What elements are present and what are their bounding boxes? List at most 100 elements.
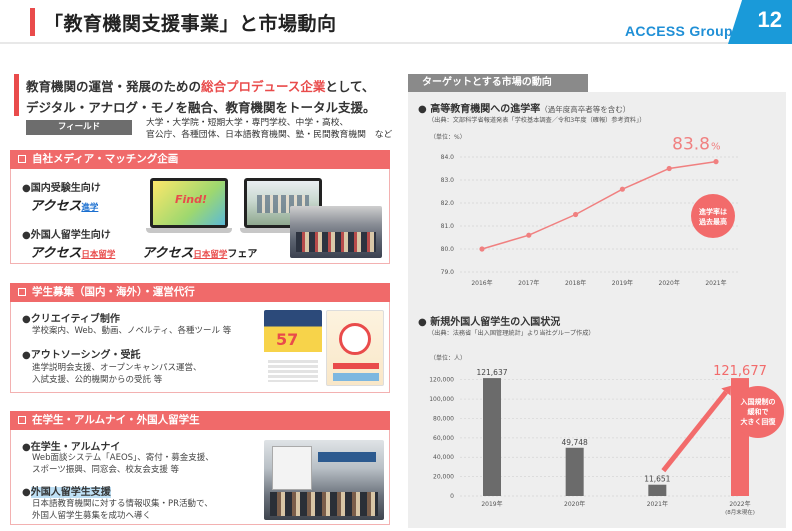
slide-header: 「教育機関支援事業」と市場動向 ACCESS Group 12 xyxy=(0,0,792,44)
chart2-ytick: 40,000 xyxy=(433,454,454,461)
section-media-header: 自社メディア・マッチング企画 xyxy=(10,150,390,169)
intro-line-1: 教育機関の運営・発展のための総合プロデュース企業として、 xyxy=(26,76,374,95)
chart1-point xyxy=(619,186,625,192)
bullet-domestic: ●国内受験生向け xyxy=(22,183,101,194)
brand-sub: 日本留学 xyxy=(81,250,116,260)
chart1-point xyxy=(526,232,532,238)
market-heading: ターゲットとする市場の動向 xyxy=(408,74,588,92)
poster-number: 57 xyxy=(276,330,299,349)
chart2-bar: 0 20,000 40,000 60,000 80,000 100,000 120,000 1… xyxy=(429,364,784,516)
chart1-callout-circle xyxy=(691,194,735,238)
bullet-alumni: ●在学生・アルムナイ xyxy=(22,442,121,453)
square-icon xyxy=(18,416,26,424)
section-recruit-header: 学生募集（国内・海外）・運営代行 xyxy=(10,283,390,302)
screen-find-text: Find! xyxy=(175,193,208,206)
poster-image-1: 57 xyxy=(264,310,322,386)
brand-name: アクセス xyxy=(30,199,82,214)
intro-line-1-pre: 教育機関の運営・発展のための xyxy=(26,79,202,94)
chart1-ytick: 81.0 xyxy=(441,223,455,230)
title-accent-bar xyxy=(30,8,35,36)
chart1-series-line xyxy=(481,160,717,250)
chart1-ytick: 84.0 xyxy=(441,154,455,161)
chart2-value-label: 49,748 xyxy=(562,438,588,447)
chart1-xtick: 2016年 xyxy=(471,279,492,287)
bullet-creative: ●クリエイティブ制作 xyxy=(22,314,120,325)
section-media-title: 自社メディア・マッチング企画 xyxy=(32,153,179,165)
intro-accent-bar xyxy=(14,74,19,116)
brand-name: アクセス xyxy=(30,246,82,261)
chart2-xtick: 2021年 xyxy=(647,500,668,508)
field-label: フィールド xyxy=(26,120,132,135)
alumni-text-1: Web面談システム「AEOS」、寄付・募金支援、 xyxy=(32,453,214,463)
chart2-callout-text: 緩和で xyxy=(748,407,769,416)
chart1-xtick: 2018年 xyxy=(565,279,586,287)
outsourcing-text-1: 進学説明会支援、オープンキャンパス運営、 xyxy=(32,363,202,373)
chart1-xtick: 2020年 xyxy=(659,279,680,287)
chart1-xtick: 2019年 xyxy=(612,279,633,287)
chart2-callout-text: 大きく回復 xyxy=(741,417,777,426)
chart2-ytick: 20,000 xyxy=(433,474,454,481)
chart1-point xyxy=(479,246,485,252)
chart2-xtick: 2019年 xyxy=(481,500,502,508)
field-text-2: 官公庁、各種団体、日本語教育機関、塾・民間教育機関 など xyxy=(146,130,393,140)
brand-access-fair: アクセス日本留学フェア xyxy=(142,242,257,261)
intro-line-1-post: として、 xyxy=(325,79,375,94)
chart1-xtick: 2021年 xyxy=(705,279,726,287)
chart2-bar xyxy=(648,484,667,496)
chart2-callout-text: 入国規制の xyxy=(740,397,776,406)
chart1-ytick: 82.0 xyxy=(441,200,455,207)
square-icon xyxy=(18,288,26,296)
booth-photo xyxy=(264,440,384,520)
brand-access-shingaku: アクセス進学 xyxy=(30,195,98,214)
chart2-xtick: 2020年 xyxy=(564,500,585,508)
chart1-highlight-unit: % xyxy=(711,142,721,153)
chart1-callout-text: 進学率は xyxy=(699,207,727,216)
bullet-intl-support: ●外国人留学生支援 xyxy=(22,483,111,498)
chart1-highlight-value: 83.8 xyxy=(672,135,710,155)
page-title: 「教育機関支援事業」と市場動向 xyxy=(44,13,337,35)
chart1-ytick: 80.0 xyxy=(441,246,455,253)
chart1-callout-text: 過去最高 xyxy=(698,217,727,226)
alumni-text-2: スポーツ振興、同窓会、校友会支援 等 xyxy=(32,465,180,475)
chart2-ytick: 100,000 xyxy=(429,396,454,403)
chart2-xtick: 2022年 xyxy=(729,500,750,508)
brand-name: アクセス xyxy=(142,246,194,261)
brand-tail: フェア xyxy=(227,249,258,260)
chart2-ytick: 0 xyxy=(450,493,454,500)
fair-photo xyxy=(290,206,382,258)
bullet-dot: ● xyxy=(22,487,31,498)
chart2-ytick: 60,000 xyxy=(433,435,454,442)
intl-support-text-1: 日本語教育機関に対する情報収集・PR活動で、 xyxy=(32,499,213,509)
chart2-value-label: 11,651 xyxy=(644,475,670,484)
laptop-image-1: Find! xyxy=(146,178,232,234)
page-number: 12 xyxy=(757,7,782,32)
intl-support-label: 外国人留学生支援 xyxy=(30,487,111,498)
section-students-header: 在学生・アルムナイ・外国人留学生 xyxy=(10,411,390,430)
intro-line-2: デジタル・アナログ・モノを融合、教育機関をトータル支援。 xyxy=(26,100,376,115)
chart2-value-label: 121,677 xyxy=(713,364,767,379)
chart1-point xyxy=(573,211,579,218)
company-logo: ACCESS Group xyxy=(625,23,733,39)
intl-support-text-2: 外国人留学生募集を成功へ導く xyxy=(32,511,152,521)
chart1-ytick: 83.0 xyxy=(441,177,455,184)
chart1-line: 79.0 80.0 81.0 82.0 83.0 84.0 2016年 2017年 2018年 2… xyxy=(441,135,738,287)
chart1-point xyxy=(666,165,672,172)
creative-text: 学校案内、Web、動画、ノベルティ、各種ツール 等 xyxy=(32,326,232,336)
chart2-xtick-note: (8月末現在) xyxy=(725,508,755,516)
chart1-point xyxy=(713,159,719,165)
intro-highlight: 総合プロデュース企業 xyxy=(201,79,326,94)
chart2-ytick: 80,000 xyxy=(433,415,454,422)
brand-access-nihon-ryugaku: アクセス日本留学 xyxy=(30,242,115,261)
section-students-title: 在学生・アルムナイ・外国人留学生 xyxy=(32,414,200,426)
bullet-outsourcing: ●アウトソーシング・受託 xyxy=(22,350,141,361)
brand-sub: 日本留学 xyxy=(193,250,228,260)
poster-image-2 xyxy=(326,310,384,386)
chart2-value-label: 121,637 xyxy=(476,368,507,377)
chart2-ytick: 120,000 xyxy=(429,377,454,384)
chart2-arrow-shaft xyxy=(661,390,728,473)
chart1-xtick: 2017年 xyxy=(518,279,539,287)
brand-sub: 進学 xyxy=(81,203,99,213)
chart2-bar xyxy=(565,447,584,496)
outsourcing-text-2: 入試支援、公的機関からの受託 等 xyxy=(32,375,163,385)
bullet-international: ●外国人留学生向け xyxy=(22,230,111,241)
